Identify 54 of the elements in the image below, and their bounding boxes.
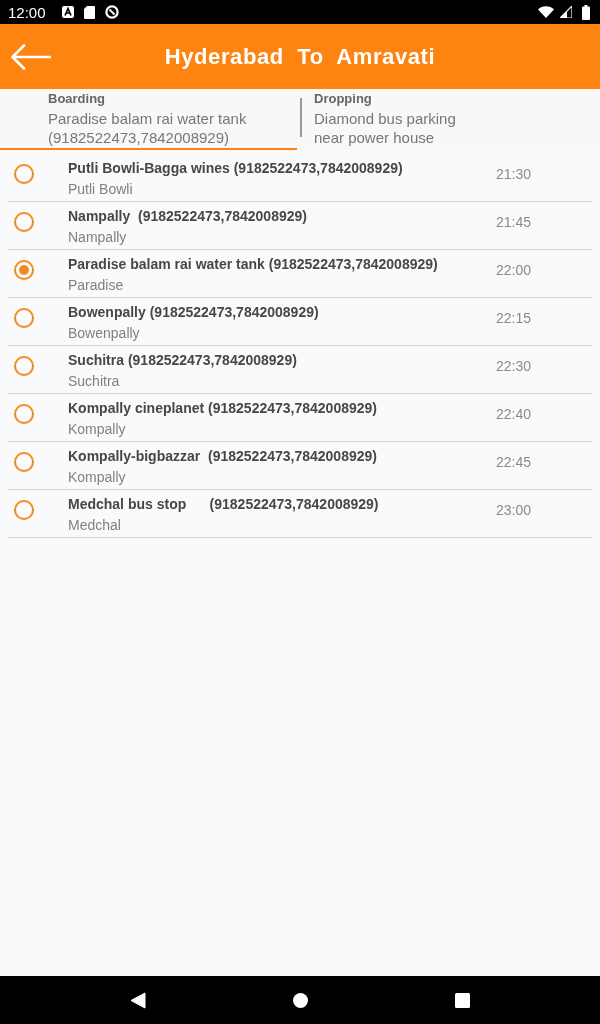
stop-area: Medchal bbox=[68, 514, 121, 536]
stop-name: Bowenpally (9182522473,7842008929) bbox=[68, 303, 319, 322]
stop-name: Kompally-bigbazzar (9182522473,7842008929) bbox=[68, 447, 377, 466]
stop-area: Suchitra bbox=[68, 370, 120, 392]
stop-time: 23:00 bbox=[496, 501, 533, 520]
stop-area: Bowenpally bbox=[68, 322, 140, 344]
stop-area: Nampally bbox=[68, 226, 127, 248]
boarding-point-row[interactable]: Suchitra (9182522473,7842008929) Suchitra 22:30 bbox=[8, 346, 592, 394]
stop-area: Kompally bbox=[68, 466, 126, 488]
home-icon[interactable] bbox=[293, 992, 308, 1008]
stop-name: Paradise balam rai water tank (9182522473,7842008929) bbox=[68, 255, 438, 274]
boarding-point-row[interactable]: Bowenpally (9182522473,7842008929) Bowenpally 22:15 bbox=[8, 298, 592, 346]
back-arrow-icon bbox=[11, 43, 51, 70]
boarding-point-row[interactable]: Paradise balam rai water tank (9182522473,7842008929) Paradise 22:00 bbox=[8, 250, 592, 298]
ring-icon bbox=[104, 5, 119, 19]
stop-name: Kompally cineplanet (9182522473,7842008929) bbox=[68, 399, 377, 418]
boarding-point-row[interactable]: Putli Bowli-Bagga wines (9182522473,7842008929) Putli Bowli 21:30 bbox=[8, 154, 592, 202]
boarding-point-row[interactable]: Medchal bus stop (9182522473,7842008929) Medchal 23:00 bbox=[8, 490, 592, 538]
stop-time: 22:00 bbox=[496, 261, 533, 280]
radio-button[interactable] bbox=[14, 356, 34, 376]
wifi-icon bbox=[538, 6, 554, 18]
stop-time: 22:15 bbox=[496, 309, 533, 328]
stop-time: 22:45 bbox=[496, 453, 533, 472]
radio-button[interactable] bbox=[14, 212, 34, 232]
stop-area: Kompally bbox=[68, 418, 126, 440]
stop-time: 21:30 bbox=[496, 165, 533, 184]
stop-name: Medchal bus stop (9182522473,7842008929) bbox=[68, 495, 379, 514]
battery-icon bbox=[582, 4, 590, 20]
stop-name: Nampally (9182522473,7842008929) bbox=[68, 207, 307, 226]
app-tile-icon bbox=[61, 6, 74, 18]
stop-area: Paradise bbox=[68, 274, 124, 296]
radio-button[interactable] bbox=[14, 404, 34, 424]
radio-button[interactable] bbox=[14, 500, 34, 520]
stop-name: Putli Bowli-Bagga wines (9182522473,7842008929) bbox=[68, 159, 403, 178]
boarding-point-row[interactable]: Kompally cineplanet (9182522473,7842008929) Kompally 22:40 bbox=[8, 394, 592, 442]
boarding-point-row[interactable]: Nampally (9182522473,7842008929) Nampally 21:45 bbox=[8, 202, 592, 250]
status-time: 12:00 bbox=[8, 3, 46, 21]
toolbar-title: Hyderabad To Amravati bbox=[163, 43, 437, 70]
recents-icon[interactable] bbox=[455, 992, 470, 1008]
point-tab[interactable]: Boarding Paradise balam rai water tank (9182522473,7842008929) bbox=[0, 89, 297, 150]
radio-button[interactable] bbox=[14, 164, 34, 184]
nav-back-icon[interactable] bbox=[130, 991, 146, 1009]
stop-time: 22:40 bbox=[496, 405, 533, 424]
point-tab[interactable]: Dropping Diamond bus parking near power house bbox=[302, 89, 482, 150]
stop-area: Putli Bowli bbox=[68, 178, 133, 200]
radio-button[interactable] bbox=[14, 308, 34, 328]
signal-icon bbox=[560, 6, 572, 18]
radio-button[interactable] bbox=[14, 260, 34, 280]
sd-card-icon bbox=[83, 5, 95, 19]
radio-button[interactable] bbox=[14, 452, 34, 472]
stop-name: Suchitra (9182522473,7842008929) bbox=[68, 351, 297, 370]
boarding-point-row[interactable]: Kompally-bigbazzar (9182522473,7842008929) Kompally 22:45 bbox=[8, 442, 592, 490]
stop-time: 21:45 bbox=[496, 213, 533, 232]
stop-time: 22:30 bbox=[496, 357, 533, 376]
